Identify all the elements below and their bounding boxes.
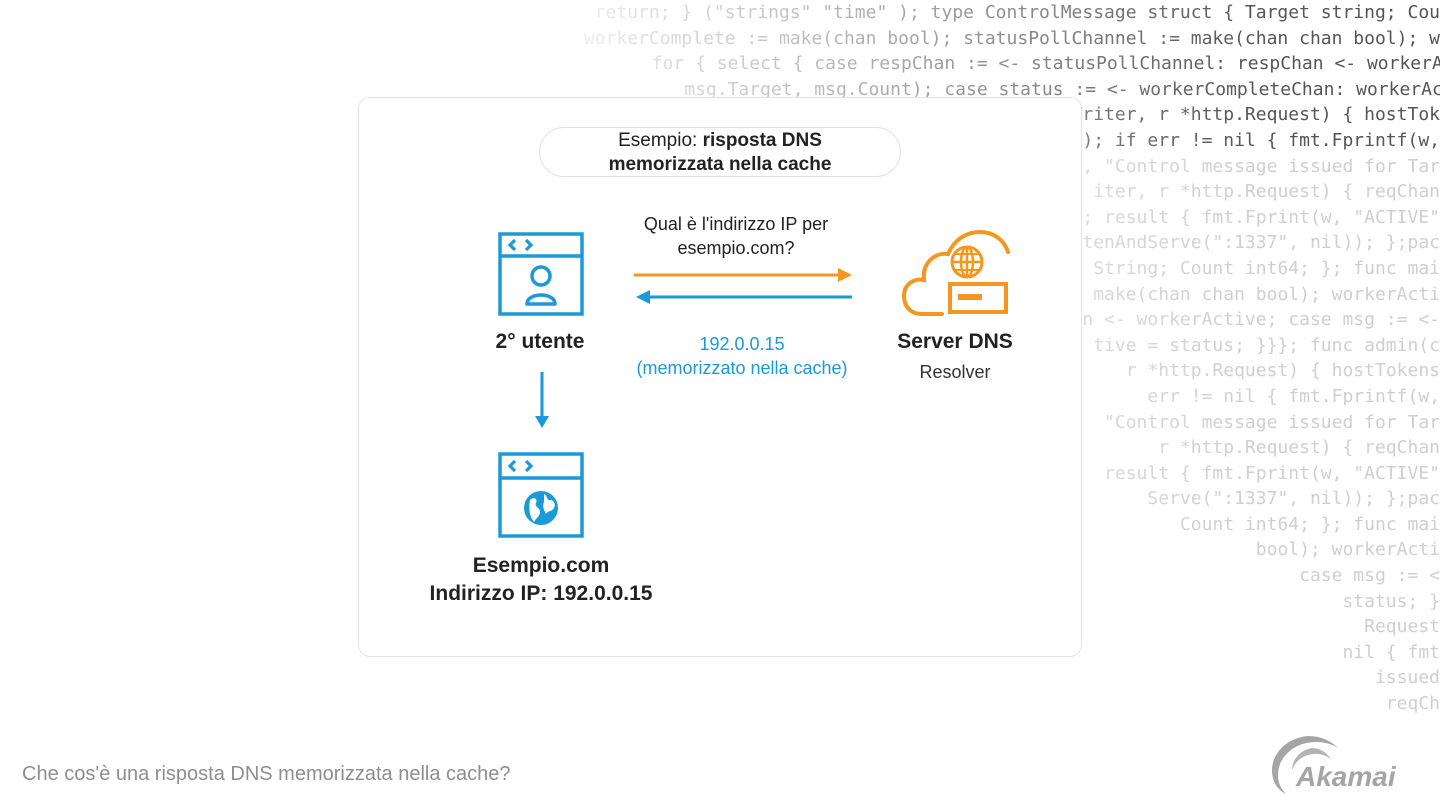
website-ip: Indirizzo IP: 192.0.0.15	[429, 582, 653, 605]
website-browser-icon	[498, 452, 584, 538]
user-browser-icon	[498, 232, 584, 316]
response-text: 192.0.0.15 (memorizzato nella cache)	[612, 332, 872, 380]
dns-server-label: Server DNS	[897, 330, 1013, 353]
query-text: Qual è l'indirizzo IP per esempio.com?	[643, 214, 829, 258]
down-arrow	[535, 372, 549, 428]
code-line: return; } ("strings" "time" ); type Cont…	[508, 2, 1440, 23]
website-name: Esempio.com	[472, 554, 610, 577]
response-note: (memorizzato nella cache)	[636, 358, 848, 378]
akamai-logo: Akamai	[1272, 736, 1397, 794]
akamai-logo-text: Akamai	[1295, 761, 1397, 792]
diagram-title: Esempio: risposta DNS memorizzata nella c…	[539, 127, 901, 177]
dns-resolver-label: Resolver	[919, 362, 991, 382]
caption: Che cos'è una risposta DNS memorizzata n…	[22, 763, 511, 785]
user-label: 2° utente	[495, 330, 585, 353]
website-label: Esempio.com Indirizzo IP: 192.0.0.15	[400, 552, 682, 608]
response-arrow	[636, 290, 852, 304]
code-line: workerComplete := make(chan bool); statu…	[508, 27, 1440, 49]
code-line: reqCh	[627, 693, 1440, 715]
diagram-title-prefix: Esempio:	[618, 130, 703, 151]
code-line: for { select { case respChan := <- statu…	[651, 53, 1440, 75]
code-line: issued	[627, 667, 1440, 689]
request-arrow	[634, 268, 852, 282]
dns-server-cloud-icon	[902, 229, 1010, 316]
response-ip: 192.0.0.15	[699, 334, 785, 354]
